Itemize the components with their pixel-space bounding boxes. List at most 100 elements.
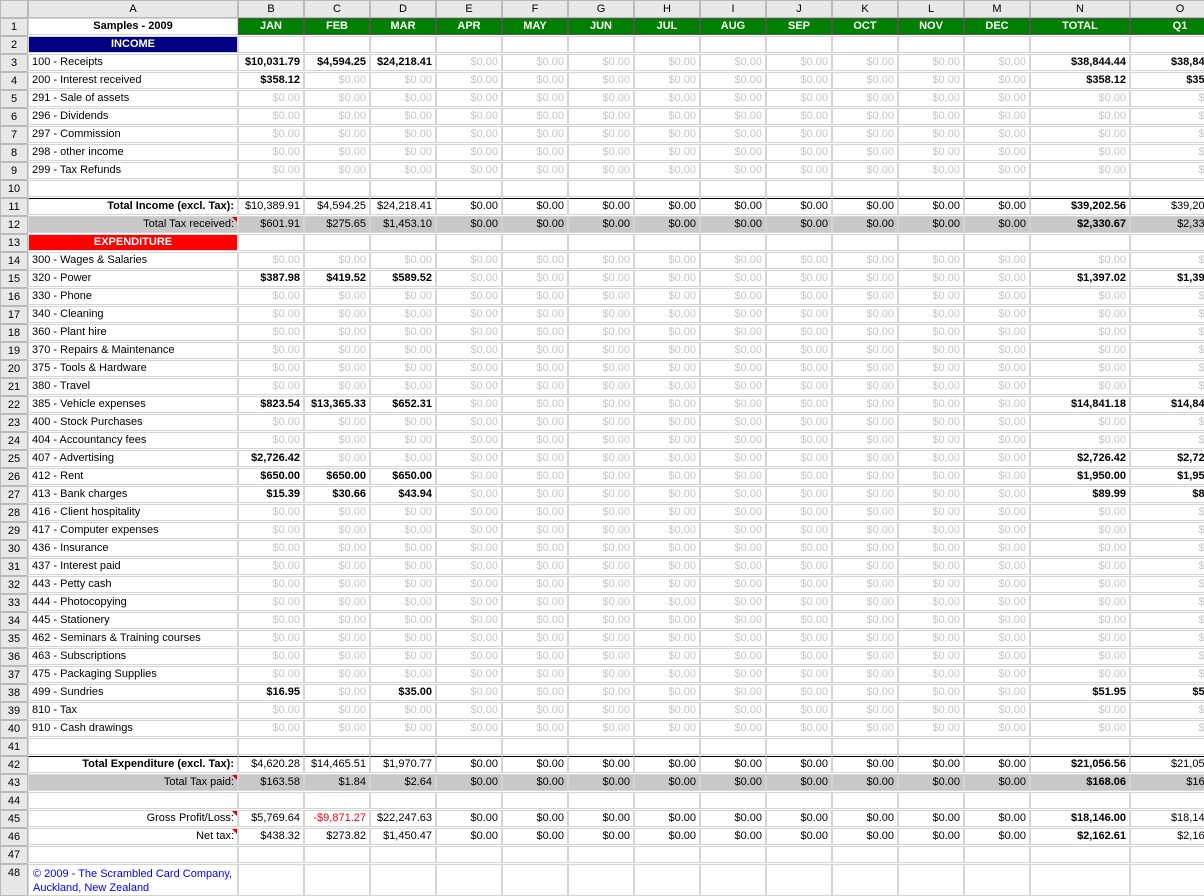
data-cell[interactable]: $0.00: [238, 378, 304, 395]
data-cell[interactable]: $0.00: [502, 342, 568, 359]
data-cell[interactable]: $358.12: [1030, 72, 1130, 89]
data-cell[interactable]: $0.00: [832, 630, 898, 647]
nettax-cell[interactable]: $438.32: [238, 828, 304, 845]
row-header-5[interactable]: 5: [0, 90, 28, 108]
empty-cell[interactable]: [370, 792, 436, 809]
empty-cell[interactable]: [1030, 846, 1130, 863]
data-cell[interactable]: $0.00: [1130, 252, 1204, 269]
data-cell[interactable]: $0.00: [436, 108, 502, 125]
data-cell[interactable]: $589.52: [370, 270, 436, 287]
data-cell[interactable]: $0.00: [568, 396, 634, 413]
data-cell[interactable]: $0.00: [766, 90, 832, 107]
row-header-17[interactable]: 17: [0, 306, 28, 324]
empty-cell[interactable]: [1130, 180, 1204, 197]
month-header-AUG[interactable]: AUG: [700, 18, 766, 35]
empty-cell[interactable]: [1030, 36, 1130, 53]
row-label[interactable]: 416 - Client hospitality: [28, 504, 238, 521]
data-cell[interactable]: $0.00: [1030, 432, 1130, 449]
income-header[interactable]: INCOME: [28, 36, 238, 53]
data-cell[interactable]: $0.00: [964, 270, 1030, 287]
data-cell[interactable]: $0.00: [568, 684, 634, 701]
data-cell[interactable]: $0.00: [634, 144, 700, 161]
nettax-cell[interactable]: $0.00: [898, 828, 964, 845]
data-cell[interactable]: $0.00: [700, 90, 766, 107]
data-cell[interactable]: $0.00: [898, 540, 964, 557]
data-cell[interactable]: $0.00: [1030, 378, 1130, 395]
data-cell[interactable]: $0.00: [568, 702, 634, 719]
data-cell[interactable]: $0.00: [502, 108, 568, 125]
tax-received-cell[interactable]: $2,330.67: [1030, 216, 1130, 233]
data-cell[interactable]: $0.00: [700, 270, 766, 287]
data-cell[interactable]: $0.00: [766, 342, 832, 359]
data-cell[interactable]: $51.95: [1030, 684, 1130, 701]
empty-cell[interactable]: [568, 864, 634, 896]
data-cell[interactable]: $0.00: [238, 252, 304, 269]
tax-paid-cell[interactable]: $0.00: [832, 774, 898, 791]
row-header-2[interactable]: 2: [0, 36, 28, 54]
data-cell[interactable]: $0.00: [436, 270, 502, 287]
row-header-31[interactable]: 31: [0, 558, 28, 576]
data-cell[interactable]: $0.00: [502, 558, 568, 575]
data-cell[interactable]: $0.00: [1130, 648, 1204, 665]
data-cell[interactable]: $0.00: [238, 342, 304, 359]
data-cell[interactable]: $0.00: [1130, 414, 1204, 431]
row-label[interactable]: 300 - Wages & Salaries: [28, 252, 238, 269]
data-cell[interactable]: $0.00: [634, 450, 700, 467]
empty-cell[interactable]: [1130, 36, 1204, 53]
data-cell[interactable]: $0.00: [304, 612, 370, 629]
row-header-16[interactable]: 16: [0, 288, 28, 306]
data-cell[interactable]: $0.00: [1130, 90, 1204, 107]
data-cell[interactable]: $0.00: [238, 540, 304, 557]
tax-received-cell[interactable]: $0.00: [436, 216, 502, 233]
row-label[interactable]: 298 - other income: [28, 144, 238, 161]
data-cell[interactable]: $0.00: [766, 396, 832, 413]
data-cell[interactable]: $0.00: [700, 540, 766, 557]
col-header-G[interactable]: G: [568, 0, 634, 18]
data-cell[interactable]: $0.00: [1130, 360, 1204, 377]
data-cell[interactable]: $0.00: [1130, 558, 1204, 575]
data-cell[interactable]: $0.00: [568, 90, 634, 107]
row-label[interactable]: 400 - Stock Purchases: [28, 414, 238, 431]
data-cell[interactable]: $0.00: [898, 432, 964, 449]
gross-cell[interactable]: $22,247.63: [370, 810, 436, 827]
data-cell[interactable]: $0.00: [700, 108, 766, 125]
data-cell[interactable]: $0.00: [766, 612, 832, 629]
data-cell[interactable]: $0.00: [370, 360, 436, 377]
row-header-27[interactable]: 27: [0, 486, 28, 504]
nettax-cell[interactable]: $0.00: [964, 828, 1030, 845]
data-cell[interactable]: $0.00: [436, 630, 502, 647]
gross-cell[interactable]: $0.00: [436, 810, 502, 827]
empty-cell[interactable]: [502, 846, 568, 863]
data-cell[interactable]: $0.00: [568, 288, 634, 305]
data-cell[interactable]: $0.00: [964, 594, 1030, 611]
empty-cell[interactable]: [370, 234, 436, 251]
empty-cell[interactable]: [766, 792, 832, 809]
data-cell[interactable]: $0.00: [370, 378, 436, 395]
data-cell[interactable]: $0.00: [304, 324, 370, 341]
data-cell[interactable]: $0.00: [568, 342, 634, 359]
data-cell[interactable]: $51.95: [1130, 684, 1204, 701]
data-cell[interactable]: $0.00: [700, 396, 766, 413]
empty-cell[interactable]: [766, 864, 832, 896]
data-cell[interactable]: $0.00: [568, 504, 634, 521]
data-cell[interactable]: $0.00: [898, 72, 964, 89]
data-cell[interactable]: $0.00: [370, 720, 436, 737]
total-exp-cell[interactable]: $0.00: [964, 756, 1030, 773]
empty-cell[interactable]: [832, 234, 898, 251]
data-cell[interactable]: $0.00: [634, 270, 700, 287]
data-cell[interactable]: $43.94: [370, 486, 436, 503]
row-header-46[interactable]: 46: [0, 828, 28, 846]
data-cell[interactable]: $0.00: [436, 162, 502, 179]
data-cell[interactable]: $0.00: [898, 270, 964, 287]
col-header-M[interactable]: M: [964, 0, 1030, 18]
data-cell[interactable]: $0.00: [370, 522, 436, 539]
data-cell[interactable]: $0.00: [832, 126, 898, 143]
total-income-cell[interactable]: $4,594.25: [304, 198, 370, 215]
empty-cell[interactable]: [1130, 234, 1204, 251]
empty-cell[interactable]: [1030, 234, 1130, 251]
data-cell[interactable]: $0.00: [502, 720, 568, 737]
empty-cell[interactable]: [964, 738, 1030, 755]
data-cell[interactable]: $0.00: [898, 144, 964, 161]
data-cell[interactable]: $0.00: [238, 522, 304, 539]
data-cell[interactable]: $0.00: [502, 612, 568, 629]
